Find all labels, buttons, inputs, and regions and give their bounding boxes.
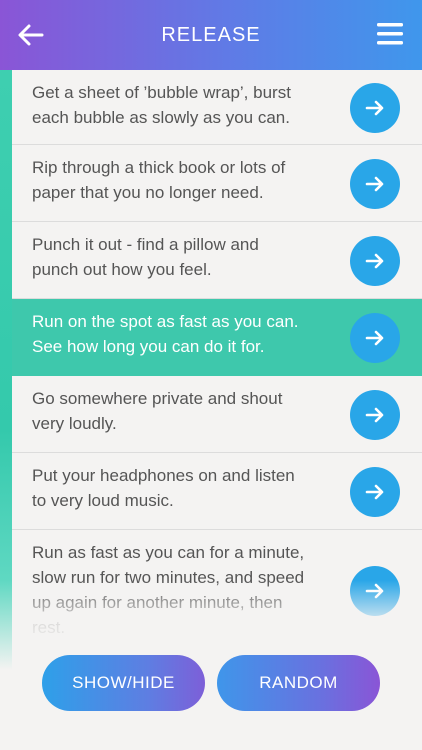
hamburger-menu-icon[interactable] <box>376 20 404 48</box>
item-text: Run as fast as you can for a minute, slow… <box>32 540 332 640</box>
item-text: Punch it out - find a pillow and punch ou… <box>32 232 332 282</box>
item-text-line: Run on the spot as fast as you can. <box>32 312 299 331</box>
arrow-right-icon[interactable] <box>350 83 400 133</box>
list-item[interactable]: Put your headphones on and listen to very… <box>12 453 422 530</box>
item-text-line: Run as fast as you can for a minute, <box>32 543 305 562</box>
item-text-line: Rip through a thick book or lots of <box>32 158 286 177</box>
item-text-line: punch out how you feel. <box>32 260 212 279</box>
list-item[interactable]: Rip through a thick book or lots of paper… <box>12 145 422 222</box>
list-item[interactable]: Punch it out - find a pillow and punch ou… <box>12 222 422 299</box>
item-text-line: paper that you no longer need. <box>32 183 264 202</box>
random-button[interactable]: RANDOM <box>217 655 380 711</box>
list-item[interactable]: Go somewhere private and shout very loudl… <box>12 376 422 453</box>
item-text-line: Put your headphones on and listen <box>32 466 295 485</box>
arrow-right-icon[interactable] <box>350 467 400 517</box>
item-text-line: See how long you can do it for. <box>32 337 265 356</box>
accent-bar <box>0 70 12 670</box>
item-text-line: Go somewhere private and shout <box>32 389 283 408</box>
item-text-line: slow run for two minutes, and speed <box>32 568 305 587</box>
list-item[interactable]: Run as fast as you can for a minute, slow… <box>12 530 422 670</box>
item-text: Rip through a thick book or lots of paper… <box>32 155 332 205</box>
arrow-right-icon[interactable] <box>350 566 400 616</box>
item-text-line: Get a sheet of ’bubble wrap’, burst <box>32 83 291 102</box>
item-text-line: rest. <box>32 618 66 637</box>
item-text-line: each bubble as slowly as you can. <box>32 108 290 127</box>
item-text-line: up again for another minute, then <box>32 593 283 612</box>
arrow-right-icon[interactable] <box>350 236 400 286</box>
header-bar: RELEASE <box>0 0 422 70</box>
item-text: Get a sheet of ’bubble wrap’, burst each … <box>32 80 332 130</box>
activity-list: Get a sheet of ’bubble wrap’, burst each … <box>12 70 422 670</box>
item-text: Run on the spot as fast as you can. See h… <box>32 309 332 359</box>
list-item[interactable]: Run on the spot as fast as you can. See h… <box>12 299 422 376</box>
arrow-right-icon[interactable] <box>350 313 400 363</box>
show-hide-button[interactable]: SHOW/HIDE <box>42 655 205 711</box>
item-text-line: Punch it out - find a pillow and <box>32 235 259 254</box>
item-text: Go somewhere private and shout very loudl… <box>32 386 332 436</box>
arrow-right-icon[interactable] <box>350 159 400 209</box>
item-text-line: very loudly. <box>32 414 117 433</box>
item-text-line: to very loud music. <box>32 491 174 510</box>
item-text: Put your headphones on and listen to very… <box>32 463 332 513</box>
list-item[interactable]: Get a sheet of ’bubble wrap’, burst each … <box>12 70 422 145</box>
page-title: RELEASE <box>161 24 261 46</box>
arrow-right-icon[interactable] <box>350 390 400 440</box>
